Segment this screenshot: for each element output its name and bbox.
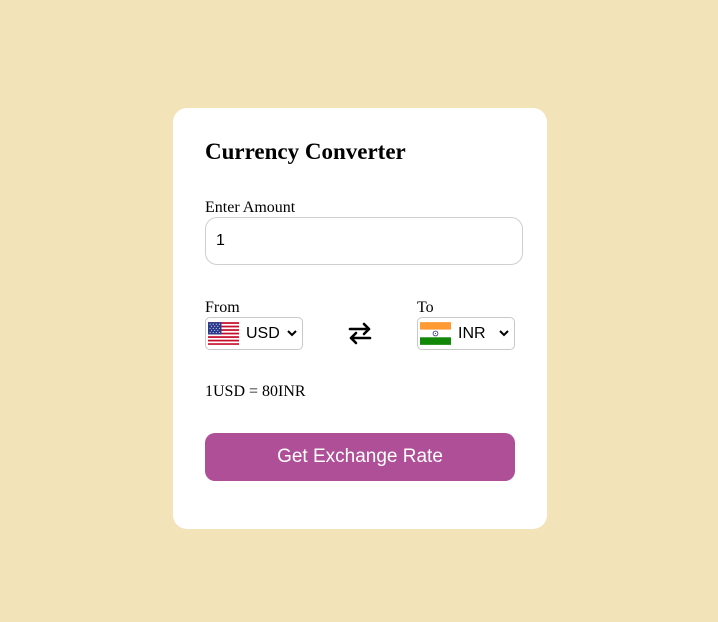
exchange-rate-result: 1USD = 80INR <box>205 383 306 400</box>
from-label: From <box>205 299 240 316</box>
amount-input[interactable] <box>205 217 523 265</box>
to-currency-dropdown[interactable]: INR <box>452 318 512 349</box>
from-currency-dropdown[interactable]: USD <box>240 318 300 349</box>
india-flag-icon <box>420 322 451 345</box>
page-title: Currency Converter <box>205 139 406 164</box>
amount-label: Enter Amount <box>205 199 296 216</box>
us-flag-icon <box>208 322 239 345</box>
swap-arrows-icon[interactable] <box>347 320 373 346</box>
converter-card: Currency Converter Enter Amount From USD <box>173 108 547 529</box>
to-label: To <box>417 299 434 316</box>
to-currency-select[interactable]: INR <box>417 317 515 350</box>
from-currency-select[interactable]: USD <box>205 317 303 350</box>
get-exchange-rate-button[interactable]: Get Exchange Rate <box>205 433 515 481</box>
